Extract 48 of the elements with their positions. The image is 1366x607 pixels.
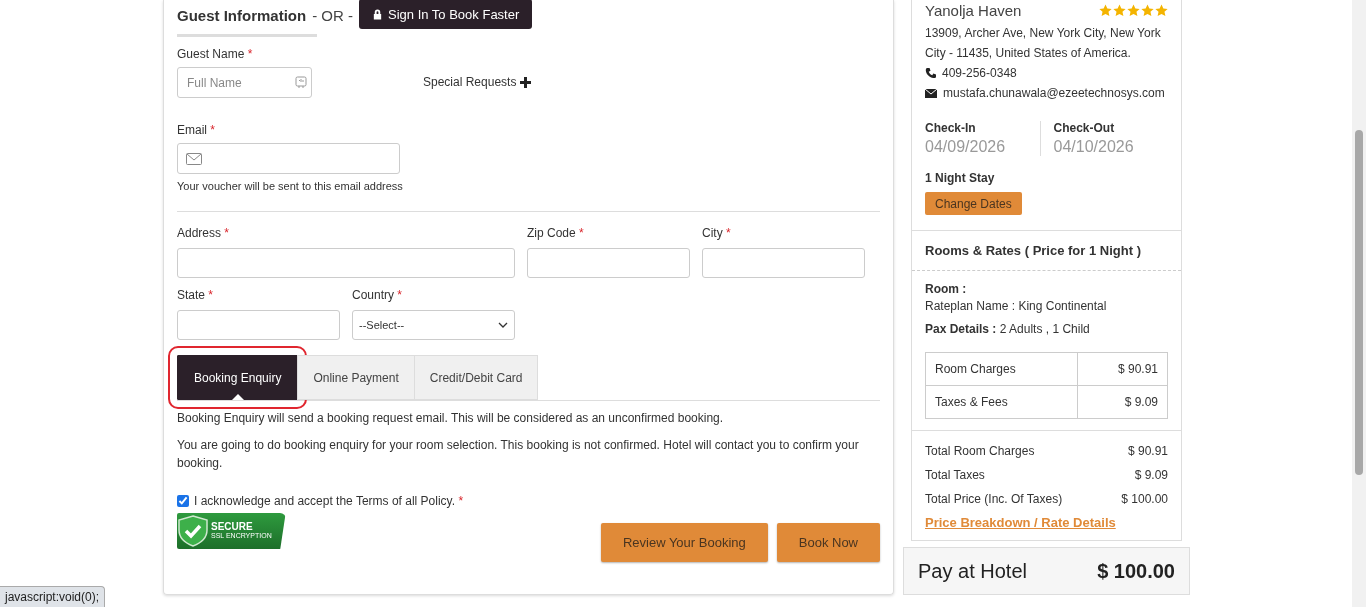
- field-label: Zip Code *: [527, 226, 585, 240]
- pay-label: Pay at Hotel: [918, 559, 1027, 583]
- sign-in-button[interactable]: Sign In To Book Faster: [359, 0, 533, 29]
- pay-amount: $ 100.00: [1097, 559, 1175, 583]
- section-title: Guest Information: [177, 6, 307, 24]
- charge-label: Room Charges: [925, 352, 1078, 386]
- country-select[interactable]: --Select--: [352, 310, 515, 340]
- payment-tab[interactable]: Online Payment: [297, 355, 415, 400]
- field-label: Guest Name *: [177, 47, 254, 61]
- total-amount: $ 9.09: [1134, 467, 1168, 484]
- email-hint: Your voucher will be sent to this email address: [177, 180, 404, 192]
- rateplan-name: Rateplan Name : King Continental: [925, 298, 1108, 315]
- action-button[interactable]: Book Now: [776, 523, 880, 562]
- action-button[interactable]: Review Your Booking: [600, 523, 768, 562]
- full-name-field[interactable]: Full Name: [177, 67, 312, 98]
- field-label: City *: [702, 226, 732, 240]
- charge-label: Taxes & Fees: [925, 385, 1078, 419]
- field-label: Address *: [177, 226, 231, 240]
- charge-amount: $ 90.91: [1077, 352, 1168, 386]
- field-label: Email *: [177, 123, 216, 137]
- hotel-address: 13909, Archer Ave, New York City, New York City - 11435, United States of America.: [925, 25, 1162, 62]
- info-message: Booking Enquiry will send a booking request email. This will be considered as an unconfirmed booking.: [177, 410, 725, 427]
- change-dates-button[interactable]: Change Dates: [925, 192, 1022, 215]
- info-message: You are going to do booking enquiry for your room selection. This booking is not confirmed. Hotel will contact you to confirm your booking.: [177, 437, 860, 472]
- date-value: 04/10/2026: [1053, 138, 1135, 156]
- or-separator: - OR -: [312, 6, 353, 24]
- room-label: Room :: [925, 281, 968, 298]
- hotel-phone: 409-256-0348: [942, 65, 1017, 82]
- payment-tab[interactable]: Credit/Debit Card: [413, 355, 539, 400]
- total-amount: $ 90.91: [1127, 443, 1168, 460]
- total-label: Total Price (Inc. Of Taxes): [925, 491, 1063, 508]
- hotel-email: mustafa.chunawala@ezeetechnosys.com: [943, 85, 1165, 102]
- pax-details: Pax Details : 2 Adults , 1 Child: [925, 321, 1091, 338]
- total-amount: $ 100.00: [1121, 491, 1168, 508]
- hotel-name: Yanolja Haven: [925, 1, 1022, 19]
- total-label: Total Taxes: [925, 467, 985, 484]
- date-label: Check-Out: [1053, 121, 1116, 135]
- status-url: javascript:void(0);: [0, 586, 106, 607]
- charge-amount: $ 9.09: [1077, 385, 1168, 419]
- rooms-rates-title: Rooms & Rates ( Price for 1 Night ): [912, 230, 1181, 271]
- date-value: 04/09/2026: [925, 138, 1007, 156]
- field-label: State *: [177, 288, 215, 302]
- stay-length: 1 Night Stay: [925, 171, 996, 185]
- field-label: Country *: [352, 288, 404, 302]
- date-label: Check-In: [925, 121, 977, 135]
- total-label: Total Room Charges: [925, 443, 1035, 460]
- terms-label: I acknowledge and accept the Terms of all Policy. *: [194, 494, 464, 508]
- special-requests-link[interactable]: Special Requests: [423, 75, 532, 89]
